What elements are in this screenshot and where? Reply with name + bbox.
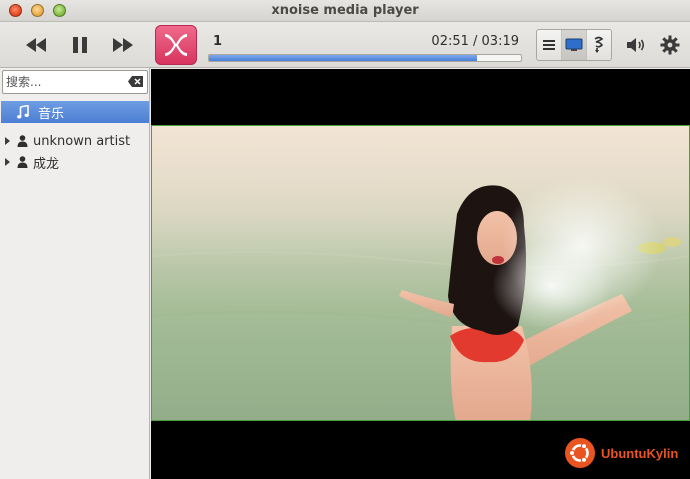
person-icon [17, 135, 28, 147]
gear-icon [660, 35, 680, 55]
next-icon [113, 38, 133, 52]
video-display[interactable]: UbuntuKylin [151, 69, 690, 479]
time-display: 02:51 / 03:19 [431, 34, 519, 49]
window-title: xnoise media player [271, 3, 419, 18]
list-icon [543, 40, 555, 50]
progress-bar[interactable] [208, 54, 522, 62]
volume-button[interactable] [624, 34, 650, 56]
video-icon [565, 38, 583, 51]
sidebar: 音乐 unknown artist 成龙 [0, 68, 150, 479]
expand-arrow-icon[interactable] [5, 137, 10, 145]
lyrics-view-button[interactable] [587, 30, 611, 60]
next-button[interactable] [109, 34, 137, 56]
title-bar: xnoise media player [0, 0, 690, 22]
track-number: 1 [213, 34, 223, 49]
clear-icon [128, 76, 143, 87]
list-view-button[interactable] [537, 30, 562, 60]
library-music-item[interactable]: 音乐 [1, 101, 149, 123]
watermark: UbuntuKylin [564, 437, 678, 469]
search-input[interactable] [6, 73, 124, 91]
person-icon [17, 156, 28, 168]
artist-row-1[interactable]: 成龙 [0, 152, 149, 172]
video-frame [151, 125, 690, 421]
progress-fill [209, 55, 478, 61]
clear-search-button[interactable] [128, 76, 143, 91]
app-window: xnoise media player 1 02:51 / 03:19 搜索..… [0, 0, 690, 479]
music-note-icon [17, 105, 29, 119]
watermark-text: UbuntuKylin [601, 445, 679, 461]
library-music-label: 音乐 [38, 106, 65, 122]
xnoise-logo-icon [165, 34, 187, 56]
ubuntu-logo-icon [565, 438, 595, 468]
expand-arrow-icon[interactable] [5, 158, 10, 166]
volume-icon [627, 38, 645, 52]
artist-label: 成龙 [33, 156, 60, 172]
video-frame-image [152, 176, 689, 420]
search-box [2, 70, 148, 94]
lyrics-icon [594, 36, 604, 53]
previous-icon [26, 38, 46, 52]
xnoise-logo [155, 25, 197, 65]
artist-label: unknown artist [33, 133, 131, 149]
pause-icon [73, 37, 87, 53]
artist-row-0[interactable]: unknown artist [0, 131, 149, 151]
video-view-button[interactable] [562, 30, 587, 60]
pause-button[interactable] [66, 33, 94, 57]
previous-button[interactable] [22, 34, 50, 56]
settings-button[interactable] [657, 33, 683, 57]
toolbar: 1 02:51 / 03:19 [0, 22, 690, 68]
view-switcher [536, 29, 612, 61]
